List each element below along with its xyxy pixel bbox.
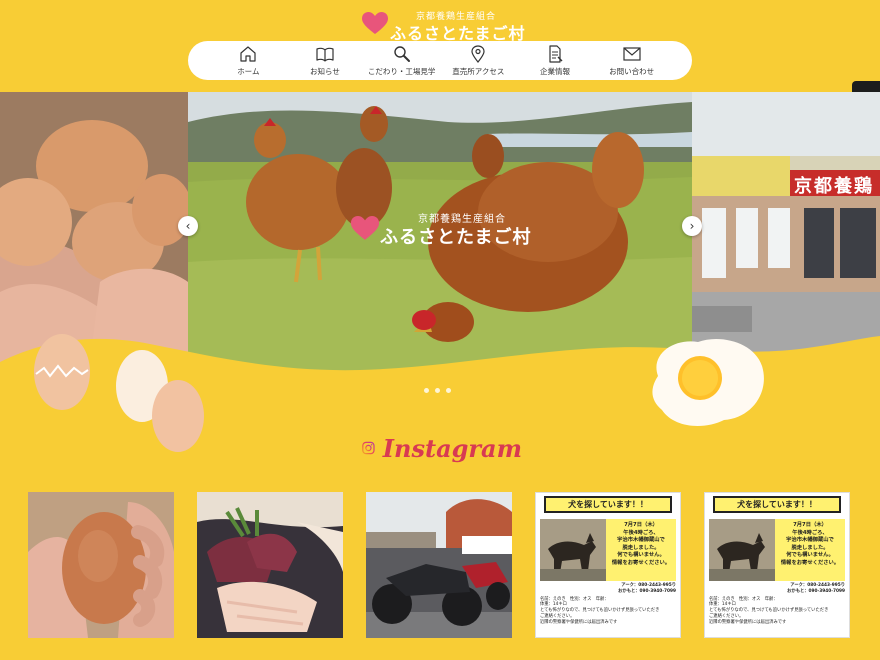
motorcycles-image (366, 492, 512, 638)
chicken-sashimi-image (197, 492, 343, 638)
instagram-post[interactable] (197, 492, 343, 638)
site-logo[interactable]: 京都養鶏生産組合 ふるさとたまご村 (360, 6, 525, 43)
mail-icon (623, 47, 641, 61)
poster-details: 名前：えのき 性別：オス 年齢： 体重：14キロ とても怖がりなので、見つけても… (540, 597, 676, 626)
poster-date: 7月7日（木） (793, 522, 827, 528)
nav-home[interactable]: ホーム (212, 44, 284, 77)
book-icon (316, 47, 334, 62)
instagram-post[interactable]: 犬を探しています！！ 7月7日（木） 午後4時ごろ、 宇治市木幡御蔵山で 脱走し… (704, 492, 850, 638)
poster-contacts: アーク：080-2443-995り おかもと：090-3940-7099 (540, 583, 676, 595)
nav-access[interactable]: 直売所アクセス (442, 44, 514, 77)
nav-news[interactable]: お知らせ (289, 44, 361, 77)
poster-detail: 近隣の警察署や保健所には届出済みです (709, 619, 787, 625)
nav-commitment[interactable]: こだわり・工場見学 (366, 44, 438, 77)
nav-label: ホーム (237, 67, 260, 76)
poster-details: 名前：えのき 性別：オス 年齢： 体重：14キロ とても怖がりなので、見つけても… (709, 597, 845, 626)
instagram-post[interactable] (28, 492, 174, 638)
poster-line: 何でも構いません。 (786, 552, 834, 559)
poster-heading: 犬を探しています！！ (713, 496, 841, 513)
instagram-heading: Instagram (362, 428, 522, 468)
slider-prev-button[interactable]: ‹ (178, 216, 198, 236)
poster-line: 情報をお寄せください。 (611, 559, 671, 566)
slider-dot[interactable] (435, 388, 440, 393)
slider-next-button[interactable]: › (682, 216, 702, 236)
slider-dot[interactable] (446, 388, 451, 393)
poster-line: 宇治市木幡御蔵山で (786, 537, 834, 544)
poster-contact: おかもと：090-3940-7099 (787, 588, 845, 594)
nav-label: こだわり・工場見学 (367, 67, 436, 76)
nav-company[interactable]: 企業情報 (519, 44, 591, 77)
instagram-icon (362, 441, 375, 455)
poster-info: 7月7日（木） 午後4時ごろ、 宇治市木幡御蔵山で 脱走しました。 何でも構いま… (606, 519, 676, 581)
heart-icon (362, 12, 388, 34)
hero-logo: 京都養鶏生産組合 ふるさとたまご村 (350, 210, 540, 250)
poster-contact: おかもと：090-3940-7099 (618, 588, 676, 594)
poster-line: 情報をお寄せください。 (780, 559, 840, 566)
instagram-title: Instagram (382, 433, 522, 463)
instagram-post[interactable]: 犬を探しています！！ 7月7日（木） 午後4時ごろ、 宇治市木幡御蔵山で 脱走し… (535, 492, 681, 638)
nav-label: お問い合わせ (609, 67, 655, 76)
heart-icon (350, 216, 380, 240)
nav-contact[interactable]: お問い合わせ (596, 44, 668, 77)
nav-label: 直売所アクセス (452, 67, 505, 76)
dog-image (709, 519, 775, 581)
dog-photo (540, 519, 606, 581)
fried-egg (652, 339, 764, 426)
nav-label: お知らせ (310, 67, 340, 76)
main-nav: ホーム お知らせ こだわり・工場見学 直売所アクセス 企業情報 お問い合わせ (188, 41, 692, 80)
dog-image (540, 519, 606, 581)
poster-date: 7月7日（木） (624, 522, 658, 528)
slider-dots (424, 388, 451, 393)
slider-dot[interactable] (424, 388, 429, 393)
poster-line: 宇治市木幡御蔵山で (617, 537, 665, 544)
instagram-post[interactable] (366, 492, 512, 638)
instagram-feed: 犬を探しています！！ 7月7日（木） 午後4時ごろ、 宇治市木幡御蔵山で 脱走し… (28, 492, 852, 638)
nav-label: 企業情報 (539, 67, 570, 76)
poster-info: 7月7日（木） 午後4時ごろ、 宇治市木幡御蔵山で 脱走しました。 何でも構いま… (775, 519, 845, 581)
poster-line: 何でも構いません。 (617, 552, 665, 559)
map-pin-icon (471, 45, 485, 63)
egg-in-hand-image (28, 492, 174, 638)
decorative-eggs (34, 334, 204, 452)
poster-detail: 近隣の警察署や保健所には届出済みです (540, 619, 618, 625)
hero-logo-title: ふるさとたまご村 (380, 227, 532, 248)
home-icon (240, 46, 256, 62)
search-icon (393, 46, 410, 62)
poster-contacts: アーク：080-2443-995り おかもと：090-3940-7099 (709, 583, 845, 595)
document-icon (549, 45, 563, 63)
dog-photo (709, 519, 775, 581)
poster-heading: 犬を探しています！！ (544, 496, 672, 513)
store-sign: 京都養鶏 (794, 176, 874, 197)
